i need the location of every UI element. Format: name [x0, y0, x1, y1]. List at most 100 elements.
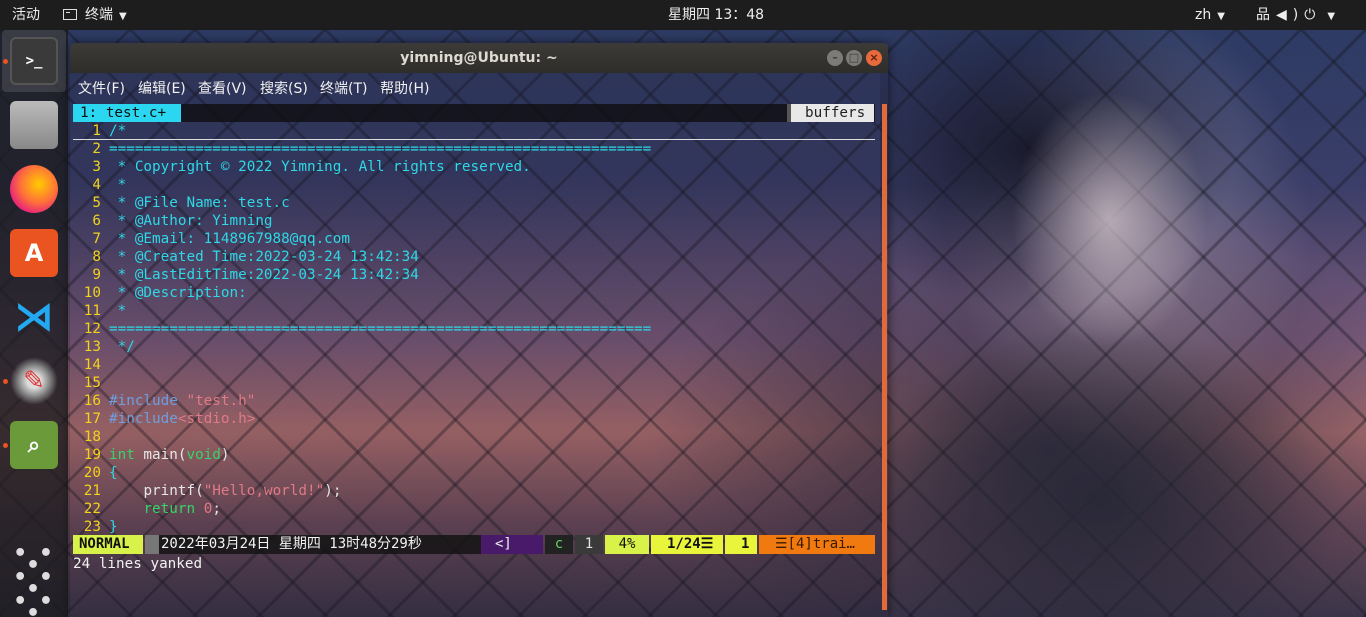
code-line[interactable]: 11 *: [73, 302, 875, 320]
menu-file[interactable]: 文件(F): [78, 75, 125, 103]
code-line[interactable]: 13 */: [73, 338, 875, 356]
code-line[interactable]: 21 printf("Hello,world!");: [73, 482, 875, 500]
terminal-icon[interactable]: >_: [10, 37, 58, 85]
tab-buffers[interactable]: buffers: [787, 104, 874, 122]
code-line[interactable]: 5 * @File Name: test.c: [73, 194, 875, 212]
menu-terminal[interactable]: 终端(T): [320, 75, 367, 103]
vim-editor[interactable]: 1: test.c+ buffers 1 /* 2 =================…: [73, 104, 875, 614]
string-literal: "Hello,world!": [203, 483, 325, 499]
code-area[interactable]: 1 /* 2 ====================================…: [73, 122, 875, 554]
line-number: 11: [83, 303, 101, 319]
line-number: 19: [83, 447, 101, 463]
menu-view[interactable]: 查看(V): [198, 75, 247, 103]
firefox-icon[interactable]: [10, 165, 58, 213]
brace: {: [109, 465, 118, 481]
menu-help[interactable]: 帮助(H): [380, 75, 429, 103]
line-text: int main(void): [109, 446, 230, 464]
code-line[interactable]: 6 * @Author: Yimning: [73, 212, 875, 230]
activities-button[interactable]: 活动: [12, 0, 40, 30]
scrollbar[interactable]: [882, 104, 887, 610]
preprocessor-directive: #include: [109, 411, 178, 427]
paren: ): [220, 447, 230, 463]
menu-edit[interactable]: 编辑(E): [138, 75, 186, 103]
dock: >_ A ⋊ ✎ ⌕ • • • • • • • • •: [0, 30, 68, 617]
code-line[interactable]: 9 * @LastEditTime:2022-03-24 13:42:34: [73, 266, 875, 284]
include-path: "test.h": [186, 393, 256, 409]
preprocessor-directive: #include: [109, 393, 187, 409]
image-viewer-icon[interactable]: ⌕: [10, 421, 58, 469]
line-text: /*: [109, 122, 126, 140]
code-line[interactable]: 2 =======================================…: [73, 140, 875, 158]
line-number: 10: [83, 285, 101, 301]
code-line[interactable]: 10 * @Description:: [73, 284, 875, 302]
code-line[interactable]: 19 int main(void): [73, 446, 875, 464]
line-text: {: [109, 464, 118, 482]
code-line[interactable]: 1 /*: [73, 122, 875, 140]
line-number: 12: [83, 321, 101, 337]
show-applications-icon[interactable]: • • • • • • • • •: [10, 543, 58, 617]
settings-icon[interactable]: ✎: [10, 357, 58, 405]
code-line[interactable]: 15: [73, 374, 875, 392]
calendar-icon: [145, 535, 159, 554]
code-line[interactable]: 23}: [73, 518, 875, 536]
system-tray[interactable]: 品◀)⏻ ▼: [1256, 0, 1341, 30]
punctuation: );: [324, 483, 342, 499]
tab-test-c[interactable]: 1: test.c+: [73, 104, 181, 122]
vim-statusline: NORMAL 2022年03月24日 星期四 13时48分29秒 <] c 1 …: [73, 535, 875, 554]
code-line[interactable]: 4 *: [73, 176, 875, 194]
line-text: }: [109, 518, 118, 536]
code-line[interactable]: 12 ======================================…: [73, 320, 875, 338]
code-line[interactable]: 22 return 0;: [73, 500, 875, 518]
vscode-icon[interactable]: ⋊: [10, 293, 58, 341]
keyword-type: void: [186, 447, 221, 463]
status-percent: 4%: [605, 535, 649, 554]
menu-search[interactable]: 搜索(S): [260, 75, 308, 103]
punctuation: ;: [212, 501, 221, 517]
code-line[interactable]: 7 * @Email: 1148967988@qq.com: [73, 230, 875, 248]
language-indicator[interactable]: zh ▼: [1195, 0, 1225, 30]
close-button[interactable]: ×: [866, 50, 882, 66]
language-label: zh: [1195, 7, 1212, 23]
line-text: ========================================…: [109, 320, 651, 338]
line-number: 15: [83, 375, 101, 391]
comment-text: */: [109, 339, 135, 355]
line-text: * @Author: Yimning: [109, 212, 273, 230]
line-number: 6: [92, 213, 101, 229]
line-number: 23: [83, 519, 101, 535]
line-number: 8: [92, 249, 101, 265]
clock[interactable]: 星期四 13：48: [668, 0, 764, 30]
line-number: 1: [92, 123, 101, 139]
line-text: * @Email: 1148967988@qq.com: [109, 230, 350, 248]
status-bracket: <]: [481, 535, 543, 554]
code-line[interactable]: 17 #include<stdio.h>: [73, 410, 875, 428]
status-filetype: c: [545, 535, 573, 554]
line-text: printf("Hello,world!");: [109, 482, 341, 500]
app-menu[interactable]: 终端 ▼: [63, 0, 127, 30]
line-number: 7: [92, 231, 101, 247]
minimize-button[interactable]: –: [827, 50, 843, 66]
code-line[interactable]: 18: [73, 428, 875, 446]
comment-text: * @Created Time:2022-03-24 13:42:34: [109, 249, 419, 265]
code-line[interactable]: 20 {: [73, 464, 875, 482]
window-titlebar[interactable]: yimning@Ubuntu: ~ – □ ×: [70, 43, 888, 73]
app-menu-label: 终端: [85, 7, 113, 23]
line-text: * @File Name: test.c: [109, 194, 290, 212]
code-line[interactable]: 16 #include "test.h": [73, 392, 875, 410]
code-line[interactable]: 3 * Copyright © 2022 Yimning. All rights…: [73, 158, 875, 176]
line-text: #include "test.h": [109, 392, 255, 410]
line-number: 3: [92, 159, 101, 175]
line-text: #include<stdio.h>: [109, 410, 255, 428]
files-icon[interactable]: [10, 101, 58, 149]
keyword-return: return: [143, 501, 196, 517]
code-line[interactable]: 8 * @Created Time:2022-03-24 13:42:34: [73, 248, 875, 266]
status-trailing: ☰[4]trai…: [759, 535, 875, 554]
software-center-icon[interactable]: A: [10, 229, 58, 277]
comment-text: /*: [109, 123, 127, 139]
comment-text: * @Email: 1148967988@qq.com: [109, 231, 351, 247]
include-path: <stdio.h>: [177, 411, 256, 427]
maximize-button[interactable]: □: [846, 50, 862, 66]
code-line[interactable]: 14: [73, 356, 875, 374]
